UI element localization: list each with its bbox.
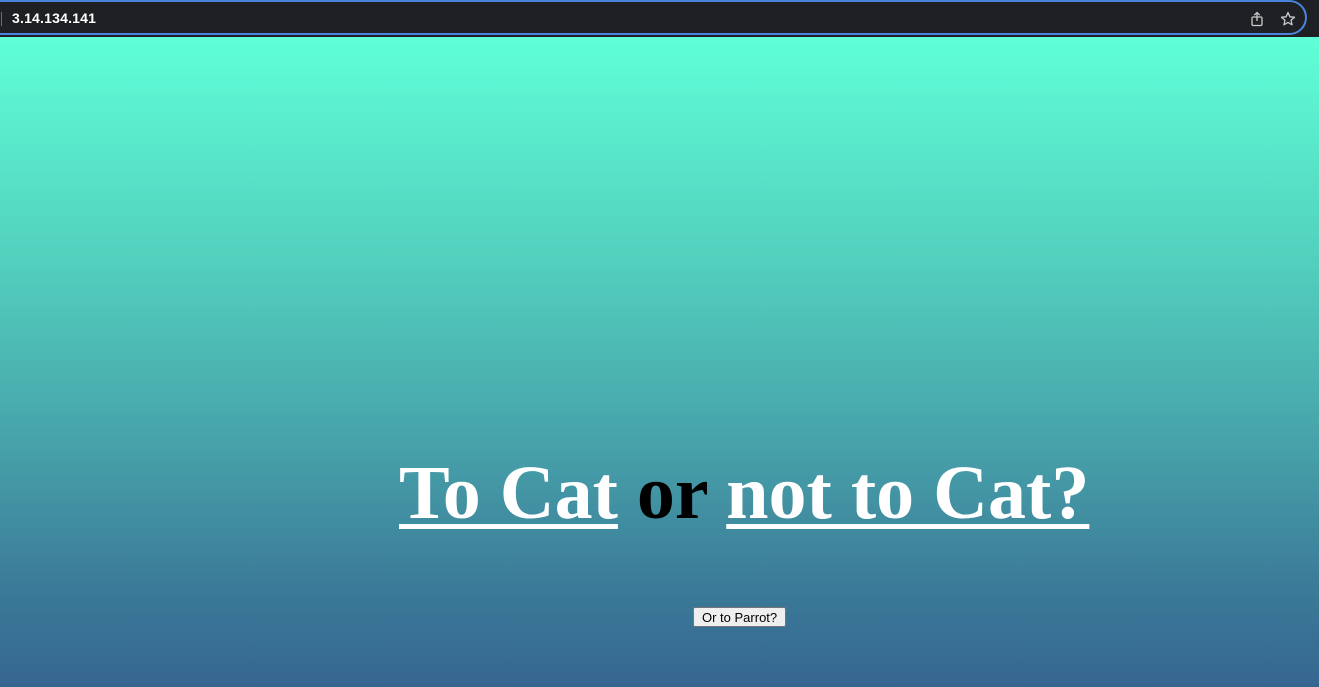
share-icon[interactable] (1249, 11, 1265, 27)
address-bar[interactable]: 3.14.134.141 (0, 0, 1307, 35)
browser-toolbar: 3.14.134.141 (0, 0, 1319, 37)
page-heading: To Cat or not to Cat? (399, 455, 1089, 531)
parrot-button[interactable]: Or to Parrot? (693, 607, 787, 627)
not-to-cat-link[interactable]: not to Cat? (726, 451, 1089, 535)
address-bar-divider (1, 12, 2, 26)
star-icon[interactable] (1280, 11, 1296, 27)
to-cat-link[interactable]: To Cat (399, 451, 618, 535)
page-body: To Cat or not to Cat? Or to Parrot? (0, 37, 1319, 687)
heading-or-text: or (636, 451, 708, 535)
url-text[interactable]: 3.14.134.141 (12, 10, 96, 26)
